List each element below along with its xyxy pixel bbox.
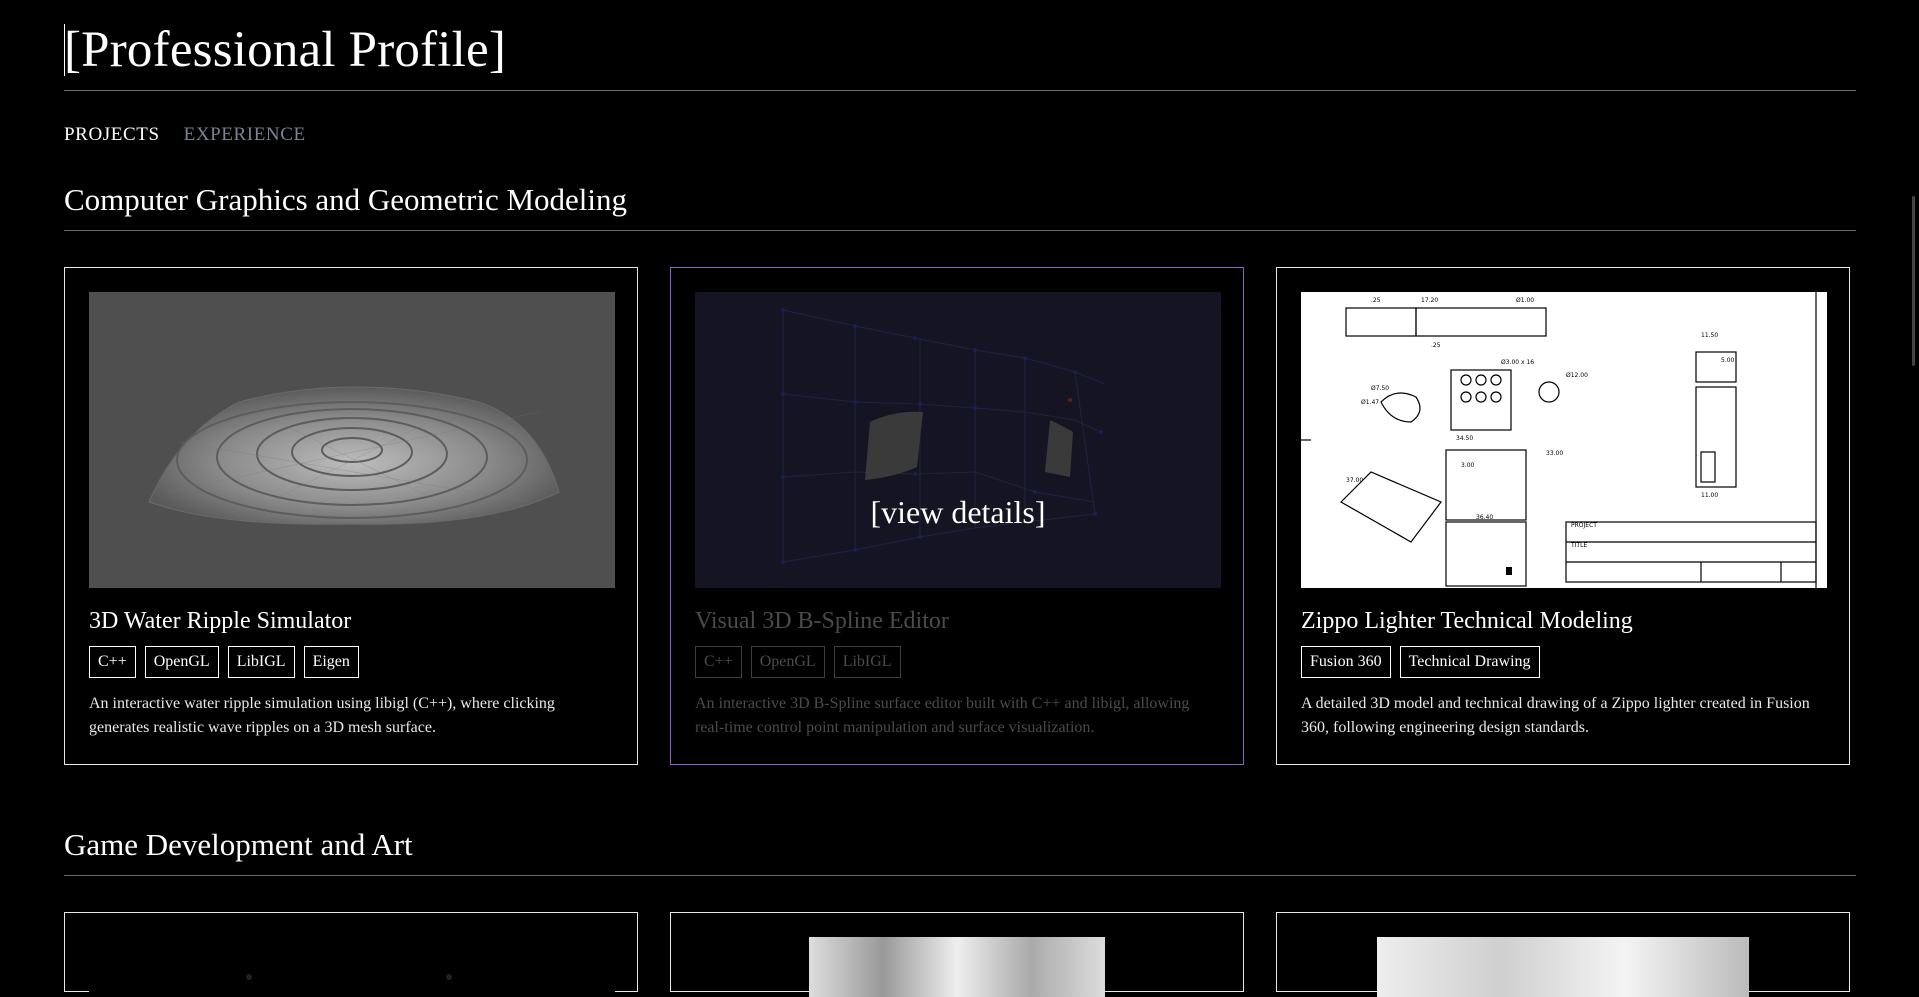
project-card-zippo-lighter[interactable]: .25 17.20 Ø1.00 .25 Ø3.00 x 16 Ø12.00 Ø7.50… bbox=[1276, 267, 1850, 765]
scrollbar-thumb[interactable] bbox=[1912, 196, 1915, 366]
svg-text:.25: .25 bbox=[1371, 297, 1381, 304]
nav-tabs: PROJECTS EXPERIENCE bbox=[64, 124, 306, 146]
project-description: An interactive 3D B-Spline surface edito… bbox=[695, 695, 1190, 736]
project-card-game-3[interactable] bbox=[1276, 912, 1850, 997]
tag-cpp: C++ bbox=[89, 646, 136, 678]
section-title-game-dev: Game Development and Art bbox=[64, 825, 1856, 876]
svg-text:33.00: 33.00 bbox=[1546, 450, 1563, 457]
project-thumbnail-zippo-lighter: .25 17.20 Ø1.00 .25 Ø3.00 x 16 Ø12.00 Ø7.50… bbox=[1301, 292, 1827, 588]
tag-libigl: LibIGL bbox=[833, 646, 901, 678]
project-card-game-1[interactable] bbox=[64, 912, 638, 997]
svg-text:.25: .25 bbox=[1431, 342, 1441, 349]
tag-list: C++ OpenGL LibIGL Eigen bbox=[89, 646, 613, 678]
view-details-overlay[interactable]: [view details] bbox=[695, 494, 1221, 531]
project-description: An interactive water ripple simulation u… bbox=[89, 695, 555, 736]
project-card-bspline-editor[interactable]: [view details] Visual 3D B-Spline Editor… bbox=[670, 267, 1244, 765]
tag-technical-drawing: Technical Drawing bbox=[1399, 646, 1540, 678]
tab-experience[interactable]: EXPERIENCE bbox=[184, 124, 306, 146]
project-title: Zippo Lighter Technical Modeling bbox=[1301, 608, 1633, 634]
project-title: Visual 3D B-Spline Editor bbox=[695, 608, 949, 634]
tag-list: Fusion 360 Technical Drawing bbox=[1301, 646, 1825, 678]
tag-libigl: LibIGL bbox=[227, 646, 295, 678]
tag-fusion-360: Fusion 360 bbox=[1301, 646, 1391, 678]
tag-eigen: Eigen bbox=[303, 646, 359, 678]
svg-text:17.20: 17.20 bbox=[1421, 297, 1438, 304]
project-description: A detailed 3D model and technical drawin… bbox=[1301, 695, 1810, 736]
tag-opengl: OpenGL bbox=[144, 646, 219, 678]
svg-text:3.00: 3.00 bbox=[1461, 462, 1475, 469]
tag-cpp: C++ bbox=[695, 646, 742, 678]
project-thumbnail-bspline-editor: [view details] bbox=[695, 292, 1221, 588]
project-thumbnail bbox=[1377, 937, 1749, 997]
section-title-graphics: Computer Graphics and Geometric Modeling bbox=[64, 180, 1856, 231]
page: [Professional Profile] PROJECTS EXPERIEN… bbox=[64, 0, 1856, 997]
svg-text:34.50: 34.50 bbox=[1456, 435, 1473, 442]
svg-text:11.00: 11.00 bbox=[1701, 492, 1718, 499]
project-card-game-2[interactable] bbox=[670, 912, 1244, 997]
svg-text:Ø12.00: Ø12.00 bbox=[1566, 372, 1588, 379]
project-card-water-ripple[interactable]: 3D Water Ripple Simulator C++ OpenGL Lib… bbox=[64, 267, 638, 765]
svg-text:Ø1.00: Ø1.00 bbox=[1516, 297, 1534, 304]
tag-opengl: OpenGL bbox=[750, 646, 825, 678]
project-thumbnail bbox=[809, 937, 1105, 997]
page-header: [Professional Profile] bbox=[64, 0, 1856, 91]
project-thumbnail bbox=[89, 937, 615, 997]
svg-text:PROJECT: PROJECT bbox=[1571, 522, 1597, 529]
svg-text:Ø7.50: Ø7.50 bbox=[1371, 385, 1389, 392]
svg-text:5.00: 5.00 bbox=[1721, 357, 1735, 364]
svg-text:11.50: 11.50 bbox=[1701, 332, 1718, 339]
page-title: [Professional Profile] bbox=[64, 22, 507, 78]
svg-text:Ø3.00 x 16: Ø3.00 x 16 bbox=[1501, 359, 1534, 366]
svg-text:Ø1.47: Ø1.47 bbox=[1361, 399, 1379, 406]
project-grid-graphics: 3D Water Ripple Simulator C++ OpenGL Lib… bbox=[64, 267, 1850, 765]
svg-text:36.40: 36.40 bbox=[1476, 514, 1493, 521]
tag-list: C++ OpenGL LibIGL bbox=[695, 646, 1219, 678]
project-thumbnail-water-ripple bbox=[89, 292, 615, 588]
svg-text:37.00: 37.00 bbox=[1346, 477, 1363, 484]
project-grid-game-dev bbox=[64, 912, 1850, 997]
tab-projects[interactable]: PROJECTS bbox=[64, 124, 160, 146]
project-title: 3D Water Ripple Simulator bbox=[89, 608, 352, 634]
svg-text:TITLE: TITLE bbox=[1570, 542, 1587, 549]
